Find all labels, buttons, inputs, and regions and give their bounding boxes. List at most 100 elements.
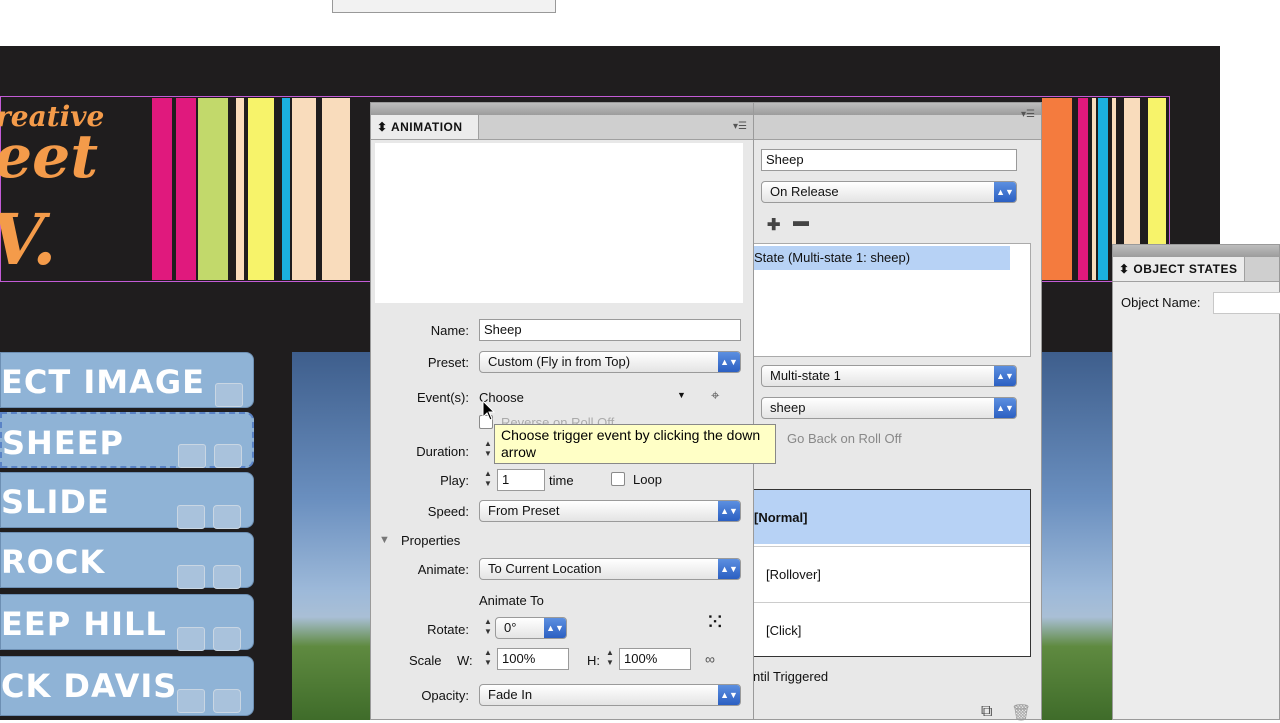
chevron-down-icon[interactable]: ▲▼ [994,366,1016,386]
panel-titlebar[interactable] [371,103,753,115]
mouse-event-icon[interactable]: ⌖ [711,387,719,404]
panel-tab-row: ⬍ ANIMATION ▾☰ [371,115,753,140]
button-rock[interactable]: ROCK [0,532,254,589]
loop-checkbox[interactable] [611,472,625,486]
panel-titlebar[interactable] [1113,245,1279,257]
button-icon [177,505,205,529]
add-action-icon[interactable]: ✚ [767,215,780,235]
chevron-down-icon[interactable]: ▼ [677,390,686,400]
event-select[interactable]: On Release ▲▼ [761,181,1017,203]
tab-label: OBJECT STATES [1133,262,1238,276]
action-list-item[interactable]: State (Multi-state 1: sheep) [754,246,1010,270]
object-states-panel: ⬍ OBJECT STATES Object Name: [1112,244,1280,720]
hidden-until-triggered-label: ntil Triggered [753,669,829,684]
animate-label: Animate: [417,562,469,577]
mouse-cursor-icon [482,400,496,421]
panel-menu-icon[interactable]: ▾☰ [1021,109,1035,120]
appearance-label: [Click] [766,623,802,638]
chevron-down-icon[interactable]: ▲▼ [718,559,740,579]
animation-icon [213,627,241,651]
object-select[interactable]: Multi-state 1 ▲▼ [761,365,1017,387]
reference-point-icon[interactable]: ⁙ [705,611,725,635]
scale-height-field[interactable]: 100% [619,648,691,670]
panel-menu-icon[interactable]: ▾☰ [733,121,747,132]
button-label: SHEEP [2,424,124,462]
chevron-down-icon[interactable]: ▲▼ [718,501,740,521]
button-label: ROCK [1,543,106,581]
preset-label: Preset: [427,355,469,370]
animation-icon [213,565,241,589]
button-icon [177,627,205,651]
play-stepper[interactable]: ▲ ▼ [481,469,495,489]
rotate-stepper[interactable]: ▲ ▼ [481,617,495,637]
button-name-field[interactable]: Sheep [761,149,1017,171]
logo-text: V. [0,198,57,281]
panel-tab-row: ▾☰ [753,109,1041,140]
disclosure-triangle-icon[interactable]: ▼ [379,534,390,546]
properties-heading: Properties [401,533,461,548]
button-label: ECT IMAGE [1,363,205,401]
chevron-down-icon[interactable]: ▲▼ [994,182,1016,202]
chevron-down-icon[interactable]: ▲▼ [718,352,740,372]
appearance-normal-row[interactable]: [Normal] [754,490,1030,544]
panel-titlebar[interactable] [753,103,1041,115]
buttons-panel: ▾☰ Sheep On Release ▲▼ ✚ ▬ State (Multi-… [752,102,1042,723]
animate-select[interactable]: To Current Location ▲▼ [479,558,741,580]
tab-arrows-icon: ⬍ [1119,262,1134,276]
object-name-field[interactable] [1213,292,1280,314]
appearance-rollover-row[interactable]: [Rollover] [754,546,1030,601]
tab-object-states[interactable]: ⬍ OBJECT STATES [1113,257,1245,281]
button-jack-davis[interactable]: CK DAVIS [0,656,254,716]
height-label: H: [587,653,600,668]
scale-label: Scale [409,653,442,668]
button-label: EEP HILL [1,605,167,643]
events-label: Event(s): [416,390,469,405]
logo-text: eet [0,122,99,192]
scale-width-field[interactable]: 100% [497,648,569,670]
remove-action-icon[interactable]: ▬ [793,213,809,231]
preset-select-value: Custom (Fly in from Top) [488,354,631,369]
animate-to-label: Animate To [479,593,544,608]
top-document-edge [332,0,556,13]
state-select[interactable]: sheep ▲▼ [761,397,1017,419]
appearance-click-row[interactable]: [Click] [754,602,1030,657]
loop-label: Loop [633,472,662,487]
chevron-down-icon[interactable]: ▲▼ [994,398,1016,418]
tooltip: Choose trigger event by clicking the dow… [494,424,776,464]
height-stepper[interactable]: ▲ ▼ [603,648,617,668]
chevron-down-icon[interactable]: ▲▼ [718,685,740,705]
rotate-select-value: 0° [504,620,517,635]
convert-icon[interactable]: ⧉ [981,703,992,721]
chevron-down-icon[interactable]: ▲▼ [544,618,566,638]
link-icon[interactable]: ∞ [705,651,715,667]
animation-icon [213,689,241,713]
width-label: W: [457,653,473,668]
duration-stepper[interactable]: ▲ ▼ [481,439,495,459]
button-sheep[interactable]: SHEEP [0,412,254,468]
speed-select-value: From Preset [488,503,560,518]
width-stepper[interactable]: ▲ ▼ [481,648,495,668]
play-count-field[interactable]: 1 [497,469,545,491]
appearance-label: [Rollover] [766,567,821,582]
duration-label: Duration: [416,444,469,459]
actions-list: State (Multi-state 1: sheep) [753,243,1031,357]
opacity-select[interactable]: Fade In ▲▼ [479,684,741,706]
trash-icon[interactable]: 🗑 [1011,703,1031,723]
button-sheep-hill[interactable]: EEP HILL [0,594,254,651]
animate-select-value: To Current Location [488,561,602,576]
animation-name-field[interactable]: Sheep [479,319,741,341]
button-slide[interactable]: SLIDE [0,472,254,529]
button-label: SLIDE [1,483,110,521]
play-label: Play: [440,473,469,488]
event-select-value: On Release [770,184,839,199]
button-icon [178,444,206,468]
button-icon [215,383,243,407]
opacity-select-value: Fade In [488,687,533,702]
button-select-image[interactable]: ECT IMAGE [0,352,254,408]
preset-select[interactable]: Custom (Fly in from Top) ▲▼ [479,351,741,373]
speed-select[interactable]: From Preset ▲▼ [479,500,741,522]
animation-preview [375,143,743,303]
go-back-label: Go Back on Roll Off [787,431,902,446]
rotate-select[interactable]: 0° ▲▼ [495,617,567,639]
tab-animation[interactable]: ⬍ ANIMATION [371,115,479,139]
